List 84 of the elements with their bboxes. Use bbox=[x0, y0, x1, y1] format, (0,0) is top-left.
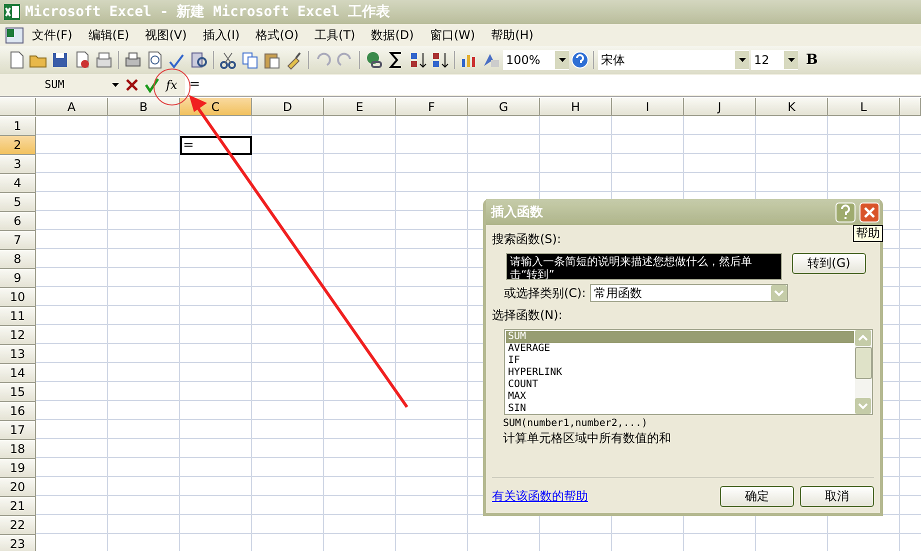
search-field[interactable]: 请输入一条简短的说明来描述您想做什么，然后单击“转到” bbox=[506, 253, 782, 280]
column-header[interactable]: J bbox=[684, 98, 756, 116]
column-header[interactable]: K bbox=[756, 98, 828, 116]
menu-item[interactable]: 文件(F) bbox=[24, 26, 80, 44]
column-header[interactable]: F bbox=[396, 98, 468, 116]
row-header[interactable]: 21 bbox=[0, 497, 36, 516]
menu-item[interactable]: 工具(T) bbox=[306, 26, 364, 44]
copy-icon[interactable] bbox=[240, 50, 260, 70]
help-icon[interactable] bbox=[571, 51, 589, 69]
circle-annotation bbox=[154, 68, 190, 106]
hyperlink-icon[interactable] bbox=[364, 50, 384, 70]
scrollbar-thumb[interactable] bbox=[855, 347, 872, 379]
sort-ascending-icon[interactable] bbox=[408, 50, 428, 70]
font-size-dropdown[interactable]: 12 bbox=[751, 50, 798, 70]
row-header[interactable]: 9 bbox=[0, 269, 36, 288]
function-item[interactable]: HYPERLINK bbox=[506, 367, 854, 379]
field-label: 选择函数(N): bbox=[492, 307, 562, 324]
function-item[interactable]: COUNT bbox=[506, 379, 854, 391]
function-item[interactable]: AVERAGE bbox=[506, 343, 854, 355]
row-header[interactable]: 3 bbox=[0, 155, 36, 174]
column-header[interactable]: B bbox=[108, 98, 180, 116]
row-header[interactable]: 12 bbox=[0, 326, 36, 345]
row-header[interactable]: 23 bbox=[0, 535, 36, 551]
row-header[interactable]: 10 bbox=[0, 288, 36, 307]
column-header[interactable]: E bbox=[324, 98, 396, 116]
field-label: 搜索函数(S): bbox=[492, 231, 562, 248]
row-header[interactable]: 5 bbox=[0, 193, 36, 212]
font-dropdown[interactable]: 宋体 bbox=[598, 50, 749, 70]
menu-item[interactable]: 编辑(E) bbox=[80, 26, 138, 44]
row-header[interactable]: 17 bbox=[0, 421, 36, 440]
excel-icon[interactable] bbox=[3, 3, 21, 21]
row-header[interactable]: 18 bbox=[0, 440, 36, 459]
document-icon[interactable] bbox=[4, 26, 24, 44]
close-icon[interactable] bbox=[859, 202, 880, 222]
column-header[interactable]: D bbox=[252, 98, 324, 116]
dialog-title: 插入函数 bbox=[491, 204, 544, 221]
menu-item[interactable]: 格式(O) bbox=[248, 26, 307, 44]
sort-descending-icon[interactable] bbox=[430, 50, 450, 70]
header-filler bbox=[900, 98, 921, 116]
row-header[interactable]: 6 bbox=[0, 212, 36, 231]
tooltip: 帮助 bbox=[853, 225, 883, 242]
row-header[interactable]: 8 bbox=[0, 250, 36, 269]
field-label: 或选择类别(C): bbox=[504, 284, 586, 302]
function-item[interactable]: SIN bbox=[506, 403, 854, 415]
row-header[interactable]: 7 bbox=[0, 231, 36, 250]
insert-function-button[interactable]: fx bbox=[162, 78, 182, 92]
row-header[interactable]: 11 bbox=[0, 307, 36, 326]
go-button[interactable]: 转到(G) bbox=[792, 253, 866, 274]
menu-item[interactable]: 窗口(W) bbox=[422, 26, 484, 44]
zoom-dropdown[interactable]: 100% bbox=[503, 50, 569, 70]
column-header[interactable]: G bbox=[468, 98, 540, 116]
function-description: 计算单元格区域中所有数值的和 bbox=[503, 430, 672, 447]
row-header[interactable]: 4 bbox=[0, 174, 36, 193]
row-header[interactable]: 19 bbox=[0, 459, 36, 478]
row-header[interactable]: 2 bbox=[0, 136, 36, 155]
row-header[interactable]: 1 bbox=[0, 117, 36, 136]
row-header[interactable]: 13 bbox=[0, 345, 36, 364]
formula-field[interactable]: = bbox=[185, 75, 921, 95]
row-header[interactable]: 20 bbox=[0, 478, 36, 497]
function-item[interactable]: MAX bbox=[506, 391, 854, 403]
function-item[interactable]: IF bbox=[506, 355, 854, 367]
help-link[interactable]: 有关该函数的帮助 bbox=[492, 488, 588, 505]
name-box[interactable]: SUM bbox=[0, 76, 109, 94]
column-header[interactable]: I bbox=[612, 98, 684, 116]
menu-item[interactable]: 视图(V) bbox=[137, 26, 195, 44]
dialog-button[interactable]: 确定 bbox=[720, 486, 794, 507]
category-dropdown[interactable]: 常用函数 bbox=[590, 284, 788, 302]
window-title: Microsoft Excel - 新建 Microsoft Excel 工作表 bbox=[25, 3, 390, 21]
active-cell[interactable]: = bbox=[180, 136, 252, 155]
column-header[interactable]: A bbox=[36, 98, 108, 116]
row-header[interactable]: 14 bbox=[0, 364, 36, 383]
dialog-button[interactable]: 取消 bbox=[800, 486, 874, 507]
bold-button[interactable]: B bbox=[800, 52, 824, 68]
menu-item[interactable]: 数据(D) bbox=[363, 26, 422, 44]
row-header[interactable]: 15 bbox=[0, 383, 36, 402]
menu-item[interactable]: 插入(I) bbox=[194, 26, 248, 44]
menu-item[interactable]: 帮助(H) bbox=[483, 26, 542, 44]
column-header[interactable]: H bbox=[540, 98, 612, 116]
column-header[interactable]: L bbox=[828, 98, 900, 116]
cut-icon[interactable] bbox=[218, 50, 238, 70]
function-signature: SUM(number1,number2,...) bbox=[503, 418, 648, 429]
save-icon[interactable] bbox=[50, 50, 70, 70]
row-header[interactable]: 16 bbox=[0, 402, 36, 421]
row-header[interactable]: 22 bbox=[0, 516, 36, 535]
